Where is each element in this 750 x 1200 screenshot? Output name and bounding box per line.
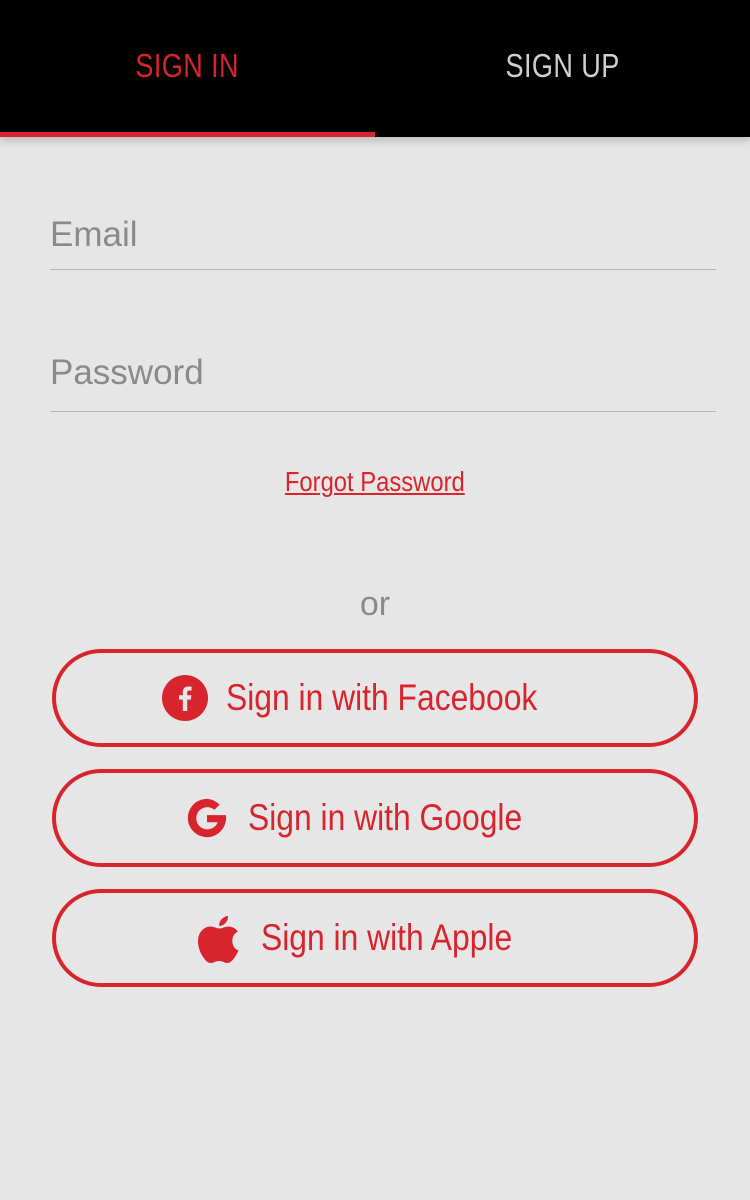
tab-sign-up[interactable]: SIGN UP	[375, 0, 750, 137]
apple-icon	[197, 915, 243, 963]
forgot-password-row: Forgot Password	[0, 466, 750, 498]
sign-in-facebook-button[interactable]: Sign in with Facebook	[52, 649, 698, 747]
sign-in-google-button[interactable]: Sign in with Google	[52, 769, 698, 867]
sign-in-apple-button[interactable]: Sign in with Apple	[52, 889, 698, 987]
tab-sign-up-label: SIGN UP	[505, 46, 620, 84]
apple-button-label: Sign in with Apple	[260, 917, 513, 958]
tab-sign-in[interactable]: SIGN IN	[0, 0, 375, 137]
google-icon	[184, 795, 230, 841]
or-divider: or	[359, 585, 391, 623]
forgot-password-link[interactable]: Forgot Password	[285, 466, 465, 498]
active-tab-indicator	[0, 132, 375, 137]
email-field[interactable]	[50, 200, 716, 269]
password-field-container	[50, 335, 716, 412]
google-button-label: Sign in with Google	[247, 797, 522, 838]
facebook-button-label: Sign in with Facebook	[226, 677, 538, 718]
password-field[interactable]	[50, 335, 716, 411]
tab-bar: SIGN IN SIGN UP	[0, 0, 750, 137]
email-field-container	[50, 200, 716, 270]
sign-in-screen: SIGN IN SIGN UP Forgot Password or Sign …	[0, 0, 750, 1200]
tab-sign-in-label: SIGN IN	[135, 46, 240, 84]
facebook-icon	[162, 675, 208, 721]
